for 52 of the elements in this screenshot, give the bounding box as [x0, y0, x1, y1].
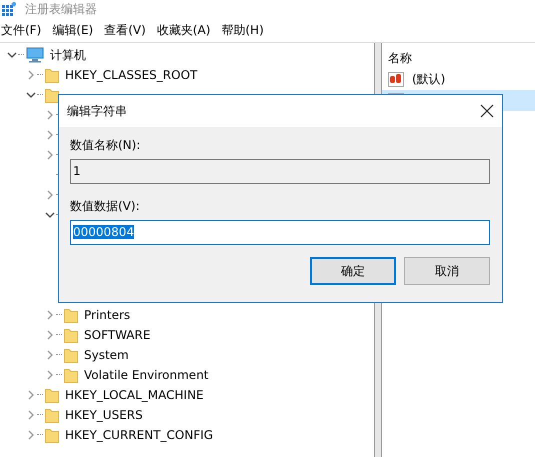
tree-item[interactable]: 计算机: [50, 46, 86, 64]
cancel-button[interactable]: 取消: [404, 257, 490, 285]
folder-icon: [64, 347, 78, 363]
window-title: 注册表编辑器: [25, 0, 97, 18]
expand-chevron-icon[interactable]: [45, 130, 55, 140]
tree-item[interactable]: SOFTWARE: [84, 328, 150, 342]
expand-chevron-icon[interactable]: [26, 390, 36, 400]
tree-item[interactable]: System: [84, 348, 129, 362]
expand-chevron-icon[interactable]: [45, 190, 55, 200]
computer-icon: [26, 47, 44, 63]
folder-icon: [45, 407, 59, 423]
field-label: 数值数据(V):: [70, 198, 141, 214]
tree-item[interactable]: Printers: [84, 308, 130, 322]
ok-button[interactable]: 确定: [310, 257, 396, 285]
folder-icon: [45, 67, 59, 83]
folder-icon: [45, 427, 59, 443]
input-field[interactable]: 00000804: [70, 220, 490, 245]
value-row[interactable]: (默认): [382, 69, 535, 90]
expand-chevron-icon[interactable]: [26, 430, 36, 440]
expand-chevron-icon[interactable]: [45, 110, 55, 120]
expand-chevron-icon[interactable]: [45, 350, 55, 360]
app-icon: [2, 2, 16, 16]
field-label: 数值名称(N):: [70, 137, 142, 153]
tree-item[interactable]: HKEY_CLASSES_ROOT: [65, 68, 198, 82]
expand-chevron-icon[interactable]: [45, 310, 55, 320]
expand-chevron-icon[interactable]: [45, 330, 55, 340]
collapse-chevron-icon[interactable]: [26, 90, 36, 100]
tree-item[interactable]: Volatile Environment: [84, 368, 208, 382]
folder-icon: [45, 87, 59, 103]
expand-chevron-icon[interactable]: [26, 70, 36, 80]
name-field[interactable]: 1: [70, 159, 490, 184]
collapse-chevron-icon[interactable]: [45, 210, 55, 220]
expand-chevron-icon[interactable]: [45, 370, 55, 380]
collapse-chevron-icon[interactable]: [7, 50, 17, 60]
folder-icon: [64, 367, 78, 383]
menu-item[interactable]: 帮助(H): [221, 22, 264, 38]
tree-item[interactable]: HKEY_LOCAL_MACHINE: [65, 388, 204, 402]
string-value-icon: [388, 72, 404, 87]
folder-icon: [64, 327, 78, 343]
menu-item[interactable]: 编辑(E): [52, 22, 94, 38]
expand-chevron-icon[interactable]: [26, 410, 36, 420]
menu-item[interactable]: 收藏夹(A): [156, 22, 210, 38]
menu-item[interactable]: 查看(V): [104, 22, 146, 38]
dialog-title: 编辑字符串: [67, 102, 127, 120]
expand-chevron-icon[interactable]: [45, 150, 55, 160]
tree-item[interactable]: HKEY_USERS: [65, 408, 143, 422]
tree-item[interactable]: HKEY_CURRENT_CONFIG: [65, 428, 214, 442]
folder-icon: [45, 387, 59, 403]
menu-item[interactable]: 文件(F): [1, 22, 42, 38]
column-header[interactable]: 名称: [382, 47, 535, 69]
folder-icon: [64, 307, 78, 323]
close-icon[interactable]: [480, 104, 494, 118]
